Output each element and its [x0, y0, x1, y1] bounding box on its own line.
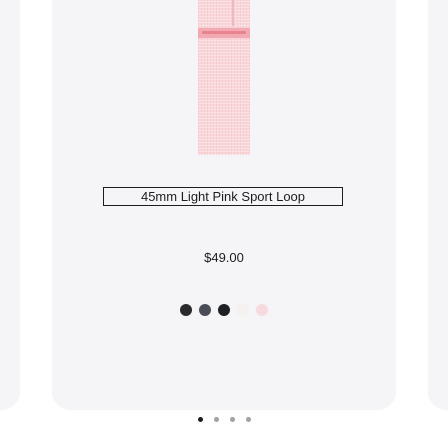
swatch-2[interactable] [199, 304, 211, 316]
color-swatch-list [0, 304, 448, 316]
carousel-pagination [0, 417, 448, 422]
next-product-card[interactable] [428, 0, 448, 410]
product-name-link[interactable]: 45mm Light Pink Sport Loop [103, 187, 343, 206]
pagination-dot[interactable] [213, 417, 219, 422]
previous-product-card[interactable] [0, 0, 20, 410]
pagination-dot[interactable] [229, 417, 235, 422]
pagination-dot[interactable] [245, 417, 251, 422]
product-price: $49.00 [204, 250, 244, 265]
band-seam [232, 0, 234, 26]
swatch-4[interactable] [237, 304, 249, 316]
swatch-5[interactable] [256, 304, 268, 316]
swatch-1[interactable] [180, 304, 192, 316]
band-image [198, 0, 250, 155]
swatch-3[interactable] [218, 304, 230, 316]
band-loop [198, 28, 250, 38]
pagination-dot[interactable] [197, 417, 203, 422]
